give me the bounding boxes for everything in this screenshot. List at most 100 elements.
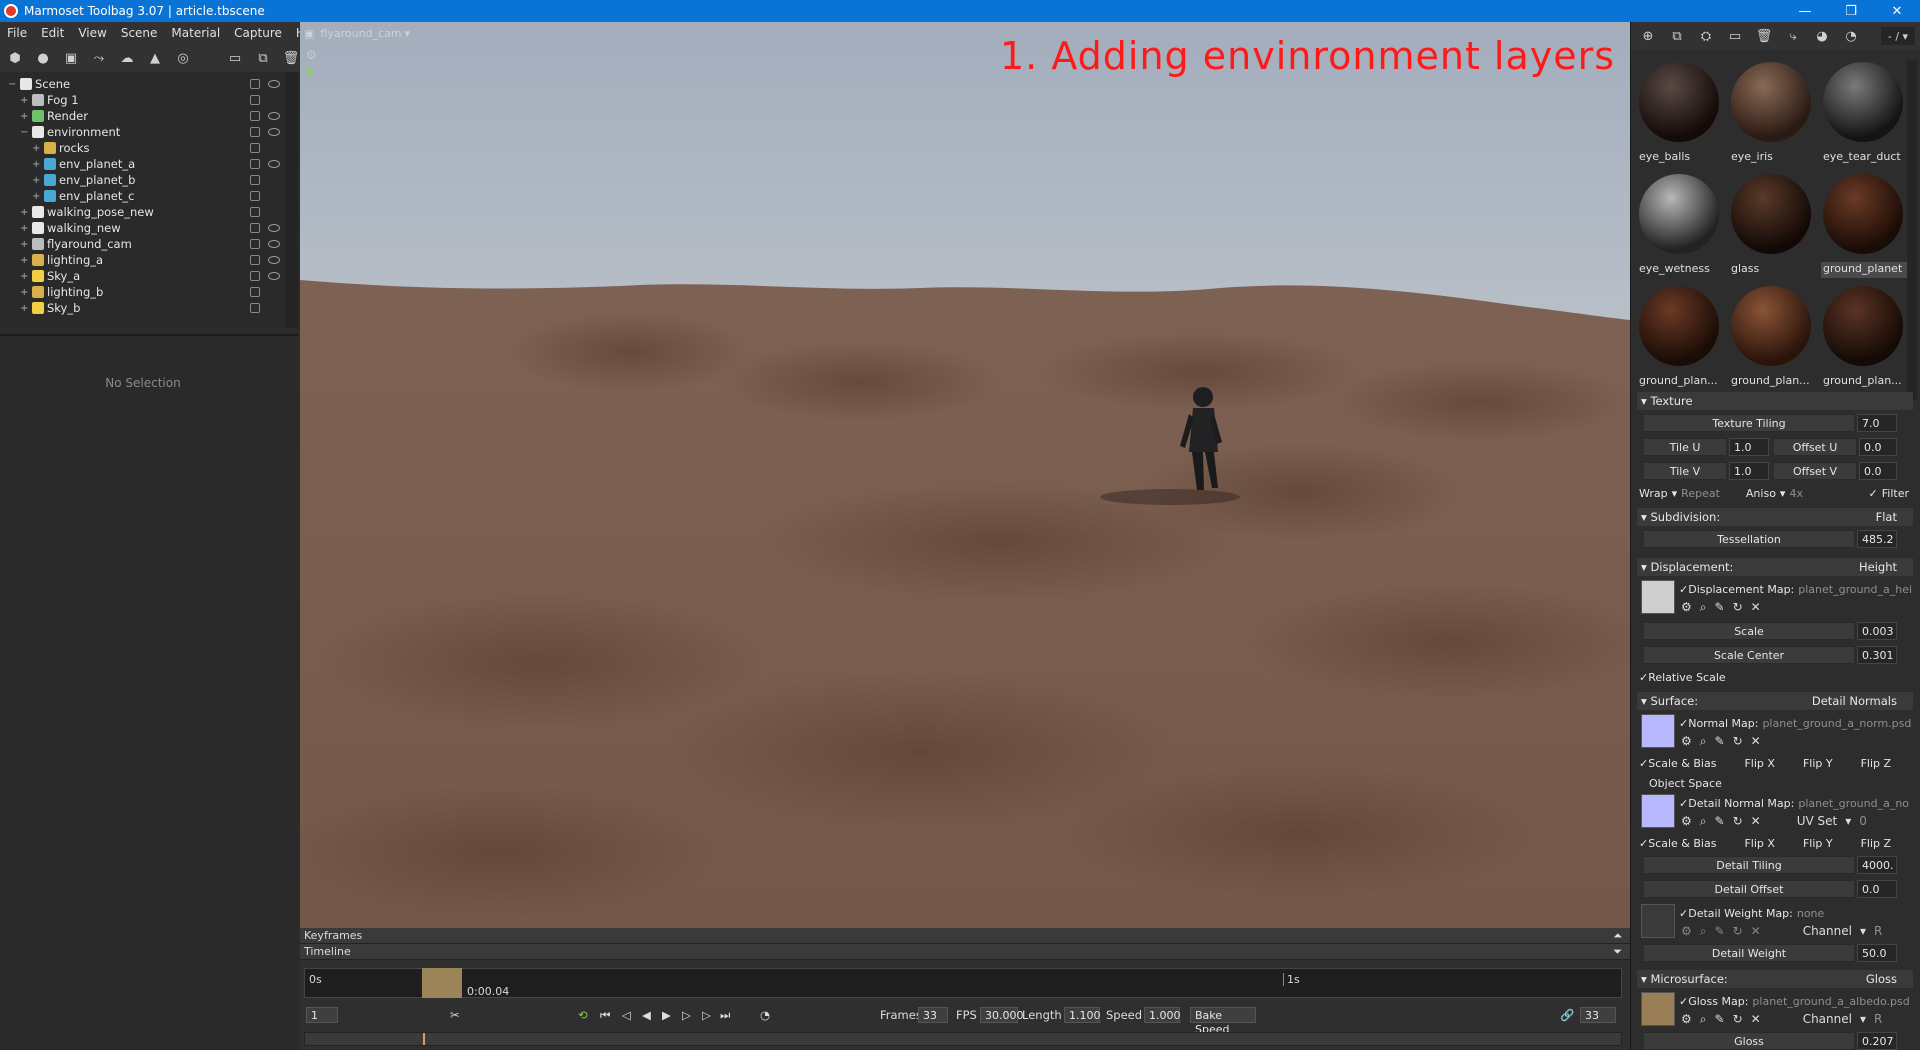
- microsurface-section-header[interactable]: ▾ Microsurface: Gloss: [1637, 970, 1913, 988]
- skip-start-icon[interactable]: ⏮: [600, 1008, 610, 1023]
- sphere-icon[interactable]: ◕: [1813, 27, 1831, 45]
- timeline-track[interactable]: 0s 1s 0:00.04: [304, 968, 1622, 998]
- scene-tree-scrollbar[interactable]: [286, 72, 298, 328]
- material-tile[interactable]: eye_tear_duct: [1821, 60, 1907, 168]
- subdivision-section-header[interactable]: ▾ Subdivision: Flat: [1637, 508, 1913, 526]
- expand-toggle-icon[interactable]: +: [20, 255, 30, 266]
- flip-y-checkbox[interactable]: Flip Y: [1803, 757, 1833, 770]
- skip-end-icon[interactable]: ⏭: [720, 1008, 730, 1023]
- scene-tree-item[interactable]: + lighting_a: [0, 252, 286, 268]
- delete-icon[interactable]: 🗑: [282, 49, 300, 67]
- expand-toggle-icon[interactable]: +: [32, 191, 42, 202]
- add-camera-icon[interactable]: ▣: [62, 49, 80, 67]
- menu-file[interactable]: File: [0, 26, 34, 40]
- viewport-settings-icon[interactable]: ⚙: [306, 48, 317, 62]
- restore-button[interactable]: ❐: [1828, 0, 1874, 22]
- chevron-down-icon[interactable]: ▾: [405, 27, 411, 40]
- detail-normal-name[interactable]: planet_ground_a_no: [1798, 797, 1909, 810]
- menu-edit[interactable]: Edit: [34, 26, 71, 40]
- refresh-icon[interactable]: ↻: [1733, 924, 1743, 939]
- search-icon[interactable]: ⌕: [1700, 600, 1707, 615]
- add-turntable-icon[interactable]: ⤳: [90, 49, 108, 67]
- fps-field[interactable]: 30.000: [980, 1007, 1024, 1023]
- search-icon[interactable]: ⌕: [1700, 924, 1707, 939]
- add-fog-icon[interactable]: ☁: [118, 49, 136, 67]
- relative-scale-checkbox[interactable]: ✓: [1639, 671, 1648, 684]
- lock-icon[interactable]: [250, 191, 260, 201]
- relative-scale-row[interactable]: ✓ Relative Scale: [1639, 668, 1726, 686]
- duplicate-icon[interactable]: ⧉: [254, 49, 272, 67]
- detail-offset-value[interactable]: 0.0: [1857, 880, 1897, 898]
- chevron-down-icon[interactable]: ▾: [1845, 814, 1851, 829]
- scene-tree-item[interactable]: + lighting_b: [0, 284, 286, 300]
- scissors-icon[interactable]: ✂: [450, 1008, 460, 1022]
- flip-z-checkbox[interactable]: Flip Z: [1861, 757, 1891, 770]
- detail-scale-bias-checkbox[interactable]: ✓: [1639, 837, 1648, 850]
- expand-toggle-icon[interactable]: +: [32, 143, 42, 154]
- visibility-eye-icon[interactable]: [268, 80, 280, 88]
- gear-icon[interactable]: ⚙: [1681, 734, 1692, 749]
- tile-u-slider[interactable]: Tile U: [1643, 438, 1727, 456]
- material-tile[interactable]: eye_wetness: [1637, 172, 1723, 280]
- material-tile[interactable]: ground_planet: [1821, 172, 1907, 280]
- close-button[interactable]: ✕: [1874, 0, 1920, 22]
- menu-capture[interactable]: Capture: [227, 26, 289, 40]
- gear-icon[interactable]: ⚙: [1681, 1012, 1692, 1027]
- scene-tree-item[interactable]: + env_planet_a: [0, 156, 286, 172]
- detail-tiling-value[interactable]: 4000.: [1857, 856, 1897, 874]
- offset-v-value[interactable]: 0.0: [1859, 462, 1897, 480]
- object-space-checkbox[interactable]: Object Space: [1649, 774, 1722, 792]
- compass-icon[interactable]: ◔: [1842, 27, 1860, 45]
- displacement-section-header[interactable]: ▾ Displacement: Height: [1637, 558, 1913, 576]
- expand-toggle-icon[interactable]: +: [20, 111, 30, 122]
- step-forward-icon[interactable]: ▷: [682, 1008, 691, 1022]
- tessellation-value[interactable]: 485.2: [1857, 530, 1897, 548]
- end-frame-field[interactable]: 33: [1580, 1007, 1616, 1023]
- displacement-map-checkbox[interactable]: ✓: [1679, 583, 1688, 596]
- aniso-chevron-icon[interactable]: ▾: [1780, 487, 1786, 500]
- add-group-icon[interactable]: ▭: [226, 49, 244, 67]
- flip-x-checkbox[interactable]: Flip X: [1744, 757, 1774, 770]
- detail-weight-value[interactable]: 50.0: [1857, 944, 1897, 962]
- pencil-icon[interactable]: ✎: [1715, 600, 1725, 615]
- material-tile[interactable]: eye_iris: [1729, 60, 1815, 168]
- close-icon[interactable]: ✕: [1751, 600, 1761, 615]
- expand-toggle-icon[interactable]: +: [32, 159, 42, 170]
- normal-map-checkbox[interactable]: ✓: [1679, 717, 1688, 730]
- lock-icon[interactable]: [250, 207, 260, 217]
- visibility-eye-icon[interactable]: [268, 224, 280, 232]
- material-grid-scrollbar[interactable]: [1907, 60, 1917, 400]
- lock-icon[interactable]: [250, 223, 260, 233]
- pencil-icon[interactable]: ✎: [1715, 814, 1725, 829]
- gloss-channel-select[interactable]: R: [1874, 1012, 1882, 1027]
- tile-v-value[interactable]: 1.0: [1729, 462, 1769, 480]
- scale-center-value[interactable]: 0.301: [1857, 646, 1897, 664]
- add-mesh-icon[interactable]: ⬢: [6, 49, 24, 67]
- detail-normal-checkbox[interactable]: ✓: [1679, 797, 1688, 810]
- lock-icon[interactable]: [250, 95, 260, 105]
- visibility-eye-icon[interactable]: [268, 272, 280, 280]
- texture-tiling-value[interactable]: 7.0: [1857, 414, 1897, 432]
- lock-icon[interactable]: [250, 127, 260, 137]
- displacement-scale-value[interactable]: 0.003: [1857, 622, 1897, 640]
- pencil-icon[interactable]: ✎: [1715, 924, 1725, 939]
- normal-map-thumbnail[interactable]: [1641, 714, 1675, 748]
- minimize-button[interactable]: —: [1782, 0, 1828, 22]
- viewport[interactable]: ▣ flyaround_cam ▾ ⚙ ✎ 1. Adding envinron…: [300, 22, 1630, 928]
- scene-tree-item[interactable]: + Sky_b: [0, 300, 286, 316]
- surface-mode-select[interactable]: Detail Normals: [1812, 694, 1897, 708]
- playhead[interactable]: [422, 968, 462, 998]
- material-tile[interactable]: ground_plan...: [1821, 284, 1907, 392]
- material-tile[interactable]: glass: [1729, 172, 1815, 280]
- tessellation-slider[interactable]: Tessellation: [1643, 530, 1855, 548]
- search-icon[interactable]: ⌕: [1700, 734, 1707, 749]
- aniso-select[interactable]: 4x: [1789, 487, 1803, 500]
- expand-toggle-icon[interactable]: −: [8, 79, 18, 90]
- chevron-down-icon[interactable]: ▾: [1860, 924, 1866, 939]
- expand-toggle-icon[interactable]: −: [20, 127, 30, 138]
- prev-key-icon[interactable]: ◁: [622, 1008, 631, 1022]
- refresh-icon[interactable]: ↻: [1733, 1012, 1743, 1027]
- expand-toggle-icon[interactable]: +: [32, 175, 42, 186]
- detail-normal-thumbnail[interactable]: [1641, 794, 1675, 828]
- expand-icon[interactable]: ⏶: [1613, 929, 1622, 943]
